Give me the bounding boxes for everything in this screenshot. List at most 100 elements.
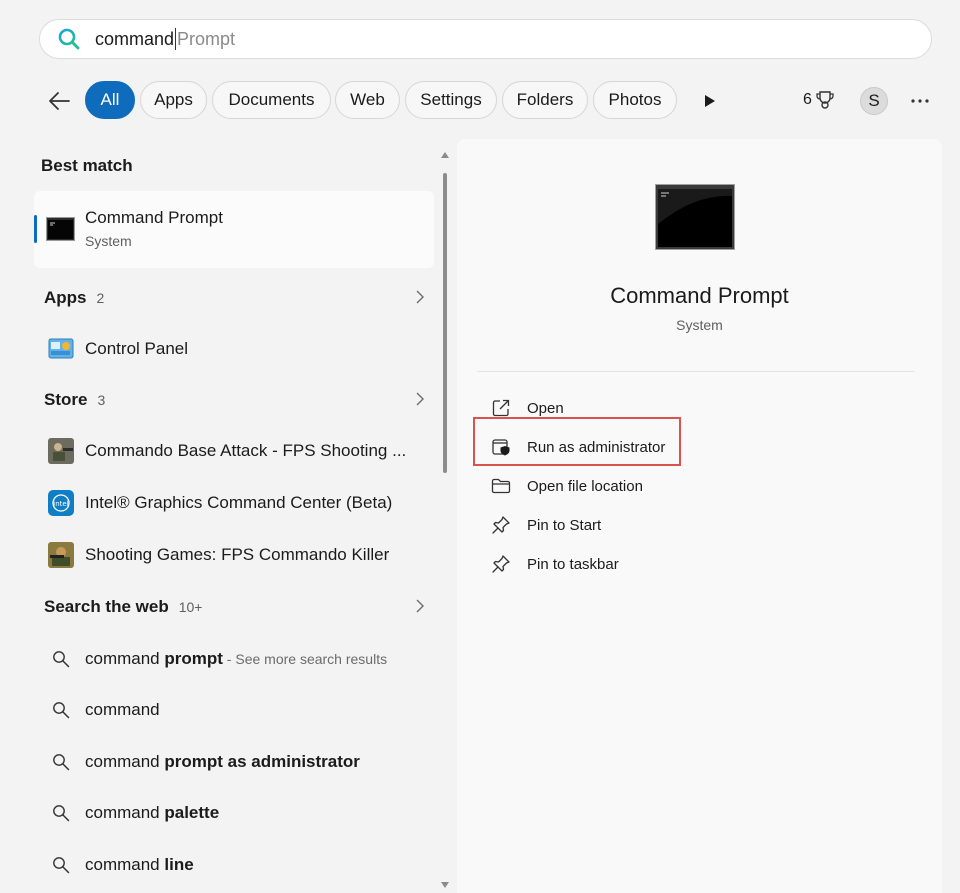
web-suggestion-bold-text: prompt as administrator	[164, 752, 360, 771]
list-item[interactable]: intel Intel® Graphics Command Center (Be…	[48, 488, 428, 518]
tab-documents[interactable]: Documents	[212, 81, 331, 119]
scroll-down-icon[interactable]	[441, 881, 449, 889]
web-suggestion[interactable]: command line	[52, 850, 432, 880]
web-suggestion[interactable]: command palette	[52, 798, 432, 828]
tab-documents-label: Documents	[228, 90, 315, 109]
pin-icon	[491, 515, 511, 535]
apps-group-title: Apps	[44, 288, 87, 307]
divider	[477, 371, 914, 372]
search-icon	[56, 26, 82, 52]
tab-folders[interactable]: Folders	[502, 81, 588, 119]
arrow-left-icon	[49, 92, 70, 110]
folder-icon	[491, 476, 511, 496]
open-external-icon	[491, 398, 511, 418]
pin-icon	[491, 554, 511, 574]
avatar-initial: S	[868, 91, 880, 110]
preview-subtitle: System	[676, 317, 723, 333]
web-suggestion-plain-text: command	[85, 752, 165, 771]
pin-to-start-action[interactable]: Pin to Start	[491, 510, 741, 540]
list-item[interactable]: Commando Base Attack - FPS Shooting ...	[48, 436, 428, 466]
search-typed-text: command	[95, 28, 175, 49]
search-box[interactable]: command Prompt	[39, 19, 932, 59]
chevron-right-icon	[416, 392, 424, 406]
best-match-result[interactable]: Command Prompt System	[34, 191, 434, 268]
pin-to-taskbar-label: Pin to taskbar	[527, 555, 619, 573]
web-suggestion[interactable]: command	[52, 695, 432, 725]
avatar[interactable]: S	[860, 87, 888, 115]
web-suggestion-plain-text: command	[85, 803, 165, 822]
web-suggestion-bold-text: prompt	[164, 649, 223, 668]
web-suggestion-bold-text: line	[164, 855, 194, 874]
best-match-type: System	[85, 233, 132, 249]
results-scrollbar[interactable]	[441, 151, 449, 893]
search-input[interactable]: command Prompt	[95, 28, 235, 50]
tab-photos[interactable]: Photos	[593, 81, 677, 119]
tab-photos-label: Photos	[608, 90, 662, 109]
pin-to-start-label: Pin to Start	[527, 516, 602, 534]
store-group-header[interactable]: Store 3	[44, 386, 429, 414]
rewards-points[interactable]: 6	[803, 90, 835, 110]
list-item-label: Intel® Graphics Command Center (Beta)	[85, 493, 393, 512]
tab-settings[interactable]: Settings	[405, 81, 497, 119]
text-caret	[175, 28, 177, 50]
trophy-icon	[816, 91, 834, 109]
pin-to-taskbar-action[interactable]: Pin to taskbar	[491, 549, 741, 579]
web-suggestion-plain-text: command	[85, 700, 160, 719]
web-suggestion-bold-text: palette	[164, 803, 220, 822]
web-suggestion-plain-text: command	[85, 649, 165, 668]
web-suggestion-label: command palette	[85, 803, 219, 823]
tab-settings-label: Settings	[420, 90, 482, 109]
search-icon	[53, 651, 70, 668]
search-icon	[53, 805, 70, 822]
apps-group-count: 2	[96, 290, 105, 306]
search-icon	[53, 857, 70, 874]
tab-all[interactable]: All	[85, 81, 135, 119]
web-suggestion-suffix: - See more search results	[222, 651, 388, 667]
store-group-count: 3	[97, 392, 106, 408]
web-suggestion[interactable]: command prompt as administrator	[52, 747, 432, 777]
tab-apps[interactable]: Apps	[140, 81, 207, 119]
search-icon	[53, 754, 70, 771]
preview-title: Command Prompt	[610, 283, 789, 308]
more-options-button[interactable]	[908, 89, 932, 113]
command-prompt-icon	[46, 217, 75, 241]
scrollbar-thumb[interactable]	[443, 173, 447, 473]
svg-text:intel: intel	[53, 500, 68, 508]
list-item-label: Commando Base Attack - FPS Shooting ...	[85, 441, 407, 460]
web-suggestion[interactable]: command prompt - See more search results	[52, 644, 432, 674]
back-button[interactable]	[44, 87, 74, 115]
list-item-label: Control Panel	[85, 339, 189, 358]
control-panel-icon	[48, 338, 74, 359]
shooting-game-icon	[48, 542, 74, 568]
open-file-location-label: Open file location	[527, 477, 643, 495]
scroll-up-icon[interactable]	[441, 151, 449, 159]
tab-apps-label: Apps	[154, 90, 193, 109]
web-group-header[interactable]: Search the web 10+	[44, 593, 429, 621]
web-suggestion-label: command	[85, 700, 160, 720]
apps-group-header[interactable]: Apps 2	[44, 284, 429, 312]
list-item[interactable]: Shooting Games: FPS Commando Killer	[48, 540, 428, 570]
tab-all-label: All	[100, 90, 120, 109]
web-suggestion-label: command prompt - See more search results	[85, 649, 387, 669]
best-match-name: Command Prompt	[85, 208, 223, 227]
list-item[interactable]: Control Panel	[48, 334, 428, 364]
command-prompt-large-icon	[655, 184, 735, 250]
list-item-label: Shooting Games: FPS Commando Killer	[85, 545, 390, 564]
chevron-right-icon	[416, 290, 424, 304]
web-group-count: 10+	[178, 599, 203, 615]
ellipsis-icon	[911, 99, 929, 103]
open-action-label: Open	[527, 399, 564, 417]
tab-web[interactable]: Web	[335, 81, 400, 119]
best-match-heading: Best match	[41, 156, 133, 175]
more-filters-button[interactable]	[700, 91, 720, 111]
web-suggestion-plain-text: command	[85, 855, 165, 874]
rewards-points-value: 6	[803, 91, 812, 108]
open-file-location-action[interactable]: Open file location	[491, 471, 741, 501]
filter-bar: All Apps Documents Web Settings Folders …	[0, 81, 960, 121]
search-icon	[53, 702, 70, 719]
search-suggestion-text: Prompt	[177, 28, 236, 49]
results-list: Best match Command Prompt System Apps 2 …	[0, 139, 456, 893]
tab-folders-label: Folders	[516, 90, 574, 109]
highlight-annotation-box	[473, 417, 681, 466]
chevron-right-icon	[416, 599, 424, 613]
